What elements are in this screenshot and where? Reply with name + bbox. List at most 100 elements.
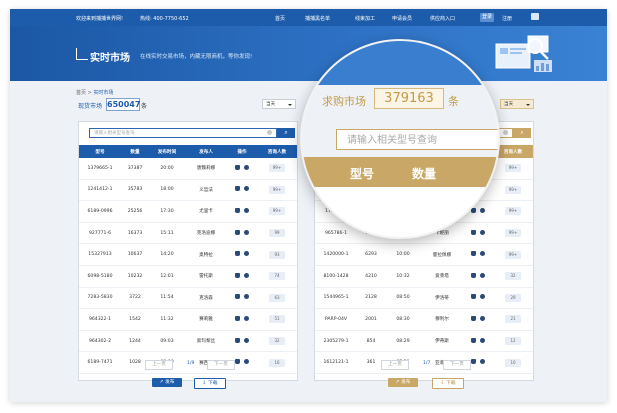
chat-icon[interactable] — [244, 315, 249, 321]
contact-icon[interactable] — [235, 315, 240, 321]
chat-icon[interactable] — [480, 272, 485, 278]
inquiry-count-cell: 99+ — [257, 200, 297, 223]
table-cell: 37387 — [121, 158, 149, 180]
clear-icon[interactable] — [503, 130, 508, 135]
chat-icon[interactable] — [244, 272, 249, 278]
purchase-download-button[interactable]: ⇩ 下载 — [432, 378, 464, 389]
inquiry-count-badge: 21 — [505, 315, 521, 324]
purchase-day-select[interactable]: 当天 — [500, 99, 534, 109]
contact-icon[interactable] — [235, 207, 240, 213]
spot-prev-button[interactable]: 上一页 — [145, 360, 173, 370]
contact-icon[interactable] — [235, 294, 240, 300]
chat-icon[interactable] — [244, 337, 249, 343]
row-actions — [463, 330, 493, 353]
table-cell: 964322-1 — [79, 308, 121, 331]
contact-icon[interactable] — [235, 272, 240, 278]
spot-search-button[interactable]: ⌕ — [277, 128, 295, 138]
contact-icon[interactable] — [471, 294, 476, 300]
chat-icon[interactable] — [480, 294, 485, 300]
chat-icon[interactable] — [244, 229, 249, 235]
page-title: 实时市场 — [90, 53, 130, 64]
table-row[interactable]: 927771-6 16373 15:11 克洛迪娜 99 — [79, 222, 297, 245]
login-button[interactable]: 登录 — [480, 13, 494, 22]
contact-icon[interactable] — [471, 272, 476, 278]
table-row[interactable]: 1420000-1 6293 10:00 鹿拉佩娜 99+ — [315, 243, 533, 266]
spot-publish-button[interactable]: ↗ 发布 — [152, 378, 182, 387]
contact-icon[interactable] — [235, 337, 240, 343]
table-cell: 20:00 — [149, 158, 185, 180]
chat-icon[interactable] — [480, 251, 485, 257]
spot-day-select[interactable]: 当天 — [262, 99, 296, 109]
table-row[interactable]: 1379665-1 37387 20:00 唐魏莉娜 99+ — [79, 158, 297, 180]
table-row[interactable]: 964302-2 1244 09:03 索玛黎丝 32 — [79, 330, 297, 353]
table-row[interactable]: 15327913 10637 14:20 奥特拉 93 — [79, 243, 297, 266]
spot-page-number: 1/9 — [187, 361, 195, 366]
inquiry-count-cell: 32 — [257, 330, 297, 353]
table-cell: 尤里卡 — [185, 200, 227, 223]
welcome-text: 欢迎来到捕捕世界网! — [76, 16, 124, 22]
contact-icon[interactable] — [235, 251, 240, 257]
inquiry-count-badge: 99+ — [505, 207, 521, 216]
inquiry-count-badge: 99+ — [505, 250, 521, 259]
contact-icon[interactable] — [235, 229, 240, 235]
breadcrumb-home[interactable]: 首页 — [76, 90, 86, 96]
chevron-down-icon — [288, 104, 292, 106]
table-row[interactable]: 7283-5830 3722 11:54 克洛森 63 — [79, 287, 297, 310]
chat-icon[interactable] — [244, 207, 249, 213]
nav-membership[interactable]: 申请会员 — [392, 15, 412, 22]
chat-icon[interactable] — [244, 359, 249, 365]
nav-home[interactable]: 首页 — [275, 15, 285, 22]
row-actions — [463, 243, 493, 266]
table-row[interactable]: 8100-1428 4210 10:32 爱莱塔 32 — [315, 265, 533, 288]
table-cell: 854 — [357, 330, 385, 353]
table-cell: 08:30 — [385, 308, 421, 331]
clear-icon[interactable] — [267, 130, 272, 135]
nav-blacklist[interactable]: 捕捕黑名单 — [305, 15, 330, 22]
table-cell: 10232 — [121, 265, 149, 288]
spot-publish-label: 发布 — [164, 380, 175, 385]
spot-download-label: 下载 — [207, 381, 218, 386]
table-row[interactable]: 2305279-1 854 08:29 伊蒂斯 12 — [315, 330, 533, 353]
lens-search-input: 请输入相关型号查询 — [336, 129, 498, 150]
contact-icon[interactable] — [471, 359, 476, 365]
spot-download-button[interactable]: ⇩ 下载 — [194, 378, 226, 389]
chat-icon[interactable] — [244, 251, 249, 257]
purchase-publish-button[interactable]: ↗ 发布 — [388, 378, 418, 387]
chat-icon[interactable] — [531, 13, 539, 20]
spot-next-button[interactable]: 下一页 — [207, 360, 235, 370]
table-row[interactable]: 1241412-1 35783 18:00 义哲法 99+ — [79, 179, 297, 202]
row-actions — [463, 287, 493, 310]
inquiry-count-badge: 99+ — [269, 207, 285, 216]
contact-icon[interactable] — [471, 337, 476, 343]
contact-icon[interactable] — [235, 186, 240, 192]
chat-icon[interactable] — [480, 337, 485, 343]
table-cell: 穆利尔 — [421, 308, 463, 331]
contact-icon[interactable] — [471, 251, 476, 257]
contact-icon[interactable] — [235, 359, 240, 365]
inquiry-count-badge: 99+ — [269, 185, 285, 194]
nav-supplier[interactable]: 供应商入口 — [430, 15, 455, 22]
chat-icon[interactable] — [244, 294, 249, 300]
contact-icon[interactable] — [471, 315, 476, 321]
register-link[interactable]: 注册 — [502, 15, 512, 22]
inquiry-count-cell: 99 — [257, 222, 297, 245]
breadcrumb: 首页 > 实时市场 — [76, 89, 113, 96]
purchase-next-button[interactable]: 下一页 — [443, 360, 471, 370]
lens-purchase-count: 379163 — [374, 88, 444, 109]
purchase-publish-label: 发布 — [400, 380, 411, 385]
purchase-prev-button[interactable]: 上一页 — [381, 360, 409, 370]
table-row[interactable]: 1544965-1 2128 08:50 伊洛蒂 29 — [315, 287, 533, 310]
chat-icon[interactable] — [244, 186, 249, 192]
nav-harness[interactable]: 线束加工 — [355, 15, 375, 22]
chat-icon[interactable] — [480, 359, 485, 365]
table-row[interactable]: PARP-04V 2001 08:30 穆利尔 21 — [315, 308, 533, 331]
table-row[interactable]: 964322-1 1542 11:32 赛莉雅 51 — [79, 308, 297, 331]
chat-icon[interactable] — [480, 315, 485, 321]
contact-icon[interactable] — [235, 164, 240, 170]
chat-icon[interactable] — [244, 164, 249, 170]
spot-search-input[interactable]: 请输入相关型号查询 — [89, 128, 277, 138]
spot-col-header: 发布人 — [199, 149, 213, 155]
purchase-search-button[interactable]: ⌕ — [513, 128, 531, 138]
table-row[interactable]: 6098-5180 10232 12:01 雷托斯 74 — [79, 265, 297, 288]
table-row[interactable]: 6189-0996 25256 17:30 尤里卡 99+ — [79, 200, 297, 223]
